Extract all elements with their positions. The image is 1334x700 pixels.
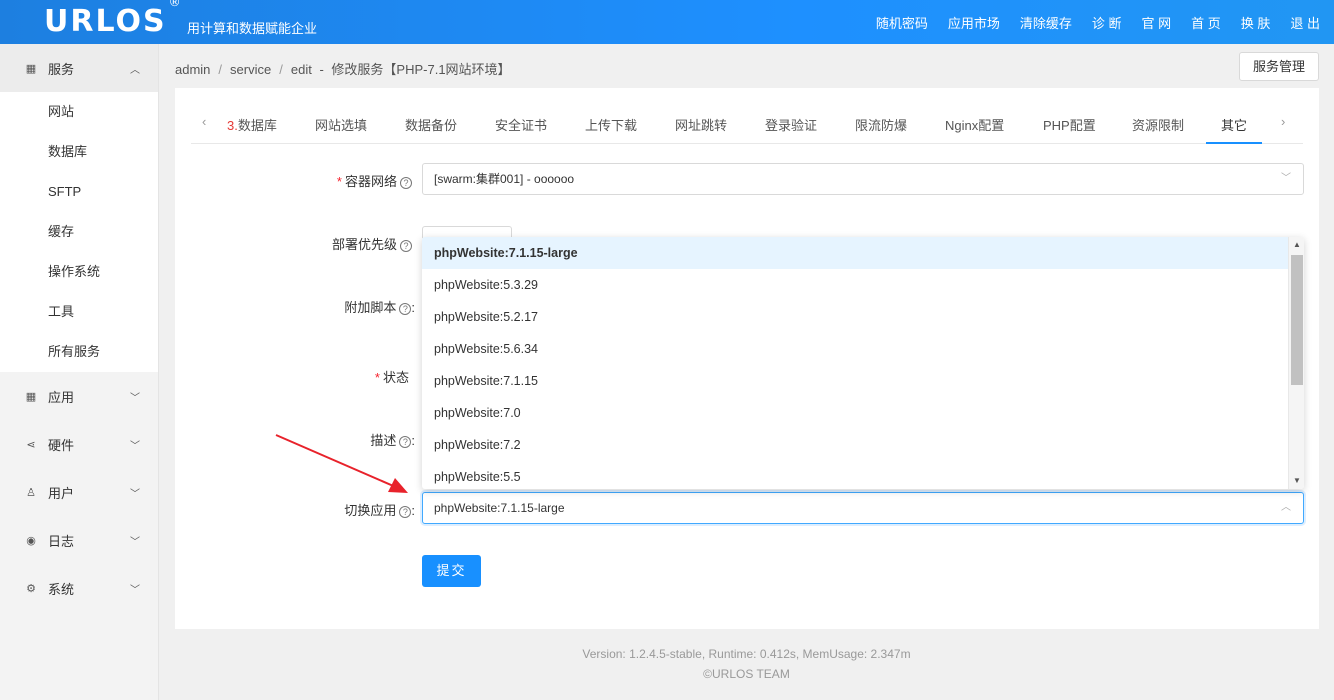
dropdown-option[interactable]: phpWebsite:7.1.15 — [422, 365, 1288, 397]
sidebar-item-tools[interactable]: 工具 — [0, 292, 158, 332]
tab-data-backup[interactable]: 数据备份 — [405, 115, 457, 134]
submit-button[interactable]: 提交 — [422, 555, 481, 587]
sidebar-item-database[interactable]: 数据库 — [0, 132, 158, 172]
slogan: 用计算和数据赋能企业 — [187, 21, 318, 36]
sidebar-group-hardware[interactable]: ⋖ 硬件 ﹀ — [0, 420, 158, 468]
sidebar-group-label: 服务 — [48, 61, 75, 77]
network-select[interactable]: [swarm:集群001] - oooooo ﹀ — [422, 163, 1304, 195]
dropdown-option[interactable]: phpWebsite:5.6.34 — [422, 333, 1288, 365]
tab-rate-limit[interactable]: 限流防爆 — [855, 115, 907, 134]
tab-resource-limit[interactable]: 资源限制 — [1132, 115, 1184, 134]
switch-app-dropdown: phpWebsite:7.1.15-large phpWebsite:5.3.2… — [422, 237, 1304, 489]
sidebar-group-logs[interactable]: ◉ 日志 ﹀ — [0, 516, 158, 564]
sidebar-group-label: 系统 — [48, 581, 75, 597]
tab-other[interactable]: 其它 — [1221, 115, 1247, 134]
nav-official-site[interactable]: 官 网 — [1142, 13, 1172, 32]
nav-clear-cache[interactable]: 清除缓存 — [1020, 13, 1072, 32]
tab-nginx-config[interactable]: Nginx配置 — [945, 115, 1004, 134]
nav-logout[interactable]: 退 出 — [1290, 13, 1320, 32]
breadcrumb-admin[interactable]: admin — [175, 62, 210, 77]
dropdown-option[interactable]: phpWebsite:5.2.17 — [422, 301, 1288, 333]
breadcrumb-service[interactable]: service — [230, 62, 271, 77]
scroll-down-icon[interactable]: ▼ — [1289, 473, 1304, 489]
tab-upload-download[interactable]: 上传下载 — [585, 115, 637, 134]
apps-icon: ▦ — [25, 390, 37, 403]
sidebar-group-apps[interactable]: ▦ 应用 ﹀ — [0, 372, 158, 420]
sidebar-item-website[interactable]: 网站 — [0, 92, 158, 132]
sidebar-group-label: 硬件 — [48, 437, 75, 453]
footer-copyright: ©URLOS TEAM — [703, 667, 790, 681]
dropdown-option[interactable]: phpWebsite:7.2 — [422, 429, 1288, 461]
dropdown-option[interactable]: phpWebsite:5.5 — [422, 461, 1288, 489]
top-header: URLOS® 用计算和数据赋能企业 随机密码 应用市场 清除缓存 诊 断 官 网… — [0, 0, 1334, 44]
active-tab-indicator — [1206, 142, 1262, 144]
share-icon: ⋖ — [26, 438, 36, 451]
top-nav: 随机密码 应用市场 清除缓存 诊 断 官 网 首 页 换 肤 退 出 — [856, 0, 1320, 44]
sidebar-submenu: 网站 数据库 SFTP 缓存 操作系统 工具 所有服务 — [0, 92, 158, 372]
chevron-down-icon: ﹀ — [130, 441, 140, 452]
sidebar-group-label: 用户 — [48, 485, 75, 501]
tab-next-icon[interactable]: › — [1281, 114, 1285, 129]
chevron-up-icon: ︿ — [1281, 502, 1291, 513]
nav-app-market[interactable]: 应用市场 — [948, 13, 1000, 32]
sidebar-item-all-services[interactable]: 所有服务 — [0, 332, 158, 372]
priority-label: 部署优先级? — [332, 234, 412, 253]
scroll-up-icon[interactable]: ▲ — [1289, 237, 1304, 253]
switch-app-label: 切换应用?: — [344, 503, 415, 518]
tab-bar: ‹ 3.数据库 网站选填 数据备份 安全证书 上传下载 网址跳转 登录验证 限流… — [191, 102, 1303, 144]
breadcrumb: admin / service / edit - 修改服务【PHP-7.1网站环境】 — [175, 62, 511, 77]
sidebar-group-label: 日志 — [48, 533, 75, 549]
nav-random-password[interactable]: 随机密码 — [876, 13, 928, 32]
breadcrumb-bar: admin / service / edit - 修改服务【PHP-7.1网站环境】 服… — [159, 44, 1334, 88]
scrollbar-thumb[interactable] — [1291, 255, 1303, 385]
service-manage-button[interactable]: 服务管理 — [1239, 52, 1319, 81]
help-icon[interactable]: ? — [400, 240, 412, 252]
user-icon: ♙ — [26, 486, 36, 499]
dropdown-scrollbar[interactable]: ▲ ▼ — [1288, 237, 1304, 489]
tab-ssl-cert[interactable]: 安全证书 — [495, 115, 547, 134]
nav-diagnose[interactable]: 诊 断 — [1092, 13, 1122, 32]
sidebar-group-service[interactable]: ▦ 服务 ︿ — [0, 44, 158, 92]
sidebar: ▦ 服务 ︿ 网站 数据库 SFTP 缓存 操作系统 工具 所有服务 ▦ 应用 … — [0, 44, 159, 700]
chevron-down-icon: ﹀ — [130, 489, 140, 500]
help-icon[interactable]: ? — [399, 506, 412, 518]
eye-icon: ◉ — [26, 534, 36, 547]
tab-php-config[interactable]: PHP配置 — [1043, 115, 1096, 134]
grid-icon: ▦ — [25, 62, 37, 75]
help-icon[interactable]: ? — [399, 303, 412, 315]
nav-change-skin[interactable]: 换 肤 — [1241, 13, 1271, 32]
sidebar-item-sftp[interactable]: SFTP — [0, 172, 158, 212]
footer-version: Version: 1.2.4.5-stable, Runtime: 0.412s… — [582, 647, 911, 661]
nav-home[interactable]: 首 页 — [1191, 13, 1221, 32]
breadcrumb-edit: edit — [290, 62, 312, 77]
switch-app-select[interactable]: phpWebsite:7.1.15-large ︿ — [422, 492, 1304, 524]
dropdown-option[interactable]: phpWebsite:7.1.15-large — [422, 237, 1288, 269]
tab-prev-icon[interactable]: ‹ — [202, 114, 206, 129]
urlos-logo[interactable]: URLOS® — [44, 0, 183, 39]
chevron-up-icon: ︿ — [130, 65, 140, 76]
tab-website-optional[interactable]: 网站选填 — [315, 115, 367, 134]
tab-url-redirect[interactable]: 网址跳转 — [675, 115, 727, 134]
gear-icon: ⚙ — [26, 582, 36, 595]
network-label: * 容器网络? — [337, 171, 412, 190]
dropdown-option[interactable]: phpWebsite:7.0 — [422, 397, 1288, 429]
page-title: 修改服务【PHP-7.1网站环境】 — [331, 62, 511, 77]
sidebar-group-system[interactable]: ⚙ 系统 ﹀ — [0, 564, 158, 612]
tab-database[interactable]: 3.数据库 — [227, 115, 277, 134]
chevron-down-icon: ﹀ — [130, 393, 140, 404]
script-label: 附加脚本?: — [344, 300, 415, 315]
sidebar-group-label: 应用 — [48, 389, 75, 405]
sidebar-item-os[interactable]: 操作系统 — [0, 252, 158, 292]
annotation-arrow — [275, 434, 408, 493]
dropdown-option[interactable]: phpWebsite:5.3.29 — [422, 269, 1288, 301]
sidebar-group-users[interactable]: ♙ 用户 ﹀ — [0, 468, 158, 516]
tab-login-auth[interactable]: 登录验证 — [765, 115, 817, 134]
help-icon[interactable]: ? — [400, 177, 412, 189]
chevron-down-icon: ﹀ — [1281, 173, 1291, 184]
status-label: * 状态 — [374, 370, 409, 385]
chevron-down-icon: ﹀ — [130, 585, 140, 596]
sidebar-item-cache[interactable]: 缓存 — [0, 212, 158, 252]
chevron-down-icon: ﹀ — [130, 537, 140, 548]
